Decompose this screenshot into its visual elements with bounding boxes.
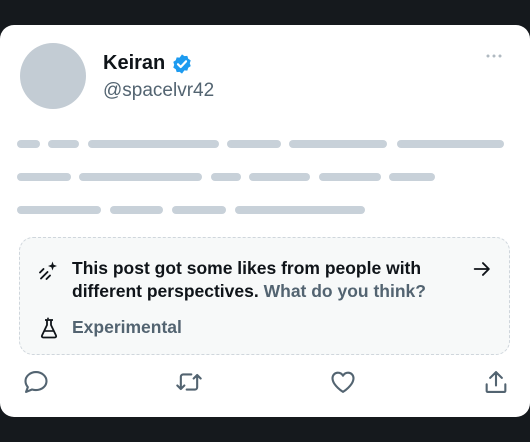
more-dots-icon[interactable]	[485, 51, 503, 61]
arrow-right-icon[interactable]	[471, 258, 493, 280]
placeholder-bar	[389, 173, 435, 181]
verified-badge-icon	[173, 53, 191, 74]
placeholder-bar	[319, 173, 381, 181]
placeholder-bar	[79, 173, 202, 181]
author-handle[interactable]: @spacelvr42	[103, 80, 214, 102]
like-button[interactable]	[329, 368, 357, 396]
placeholder-bar	[110, 206, 163, 214]
share-button[interactable]	[482, 368, 510, 396]
flask-icon	[40, 317, 58, 339]
share-icon	[485, 371, 507, 393]
sparkle-icon	[39, 261, 57, 280]
placeholder-bar	[235, 206, 365, 214]
placeholder-bar	[397, 140, 504, 148]
placeholder-bar	[88, 140, 219, 148]
placeholder-bar	[211, 173, 241, 181]
retweet-icon	[176, 373, 202, 391]
author-name-row[interactable]: Keiran	[103, 52, 193, 75]
reply-icon	[24, 371, 48, 393]
notice-link[interactable]: What do you think?	[264, 281, 426, 301]
notice-text: This post got some likes from people wit…	[72, 257, 462, 303]
heart-icon	[331, 371, 355, 393]
placeholder-bar	[172, 206, 226, 214]
tweet-card[interactable]: Keiran @spacelvr42 This post got some li…	[0, 25, 530, 417]
avatar[interactable]	[20, 43, 86, 109]
placeholder-bar	[17, 173, 71, 181]
placeholder-bar	[289, 140, 387, 148]
placeholder-bar	[48, 140, 79, 148]
placeholder-bar	[17, 206, 101, 214]
experimental-label: Experimental	[72, 317, 182, 337]
author-name[interactable]: Keiran	[103, 52, 165, 75]
retweet-button[interactable]	[175, 368, 203, 396]
reply-button[interactable]	[22, 368, 50, 396]
perspectives-notice[interactable]: This post got some likes from people wit…	[19, 237, 510, 355]
placeholder-bar	[249, 173, 310, 181]
placeholder-bar	[17, 140, 40, 148]
placeholder-bar	[227, 140, 281, 148]
